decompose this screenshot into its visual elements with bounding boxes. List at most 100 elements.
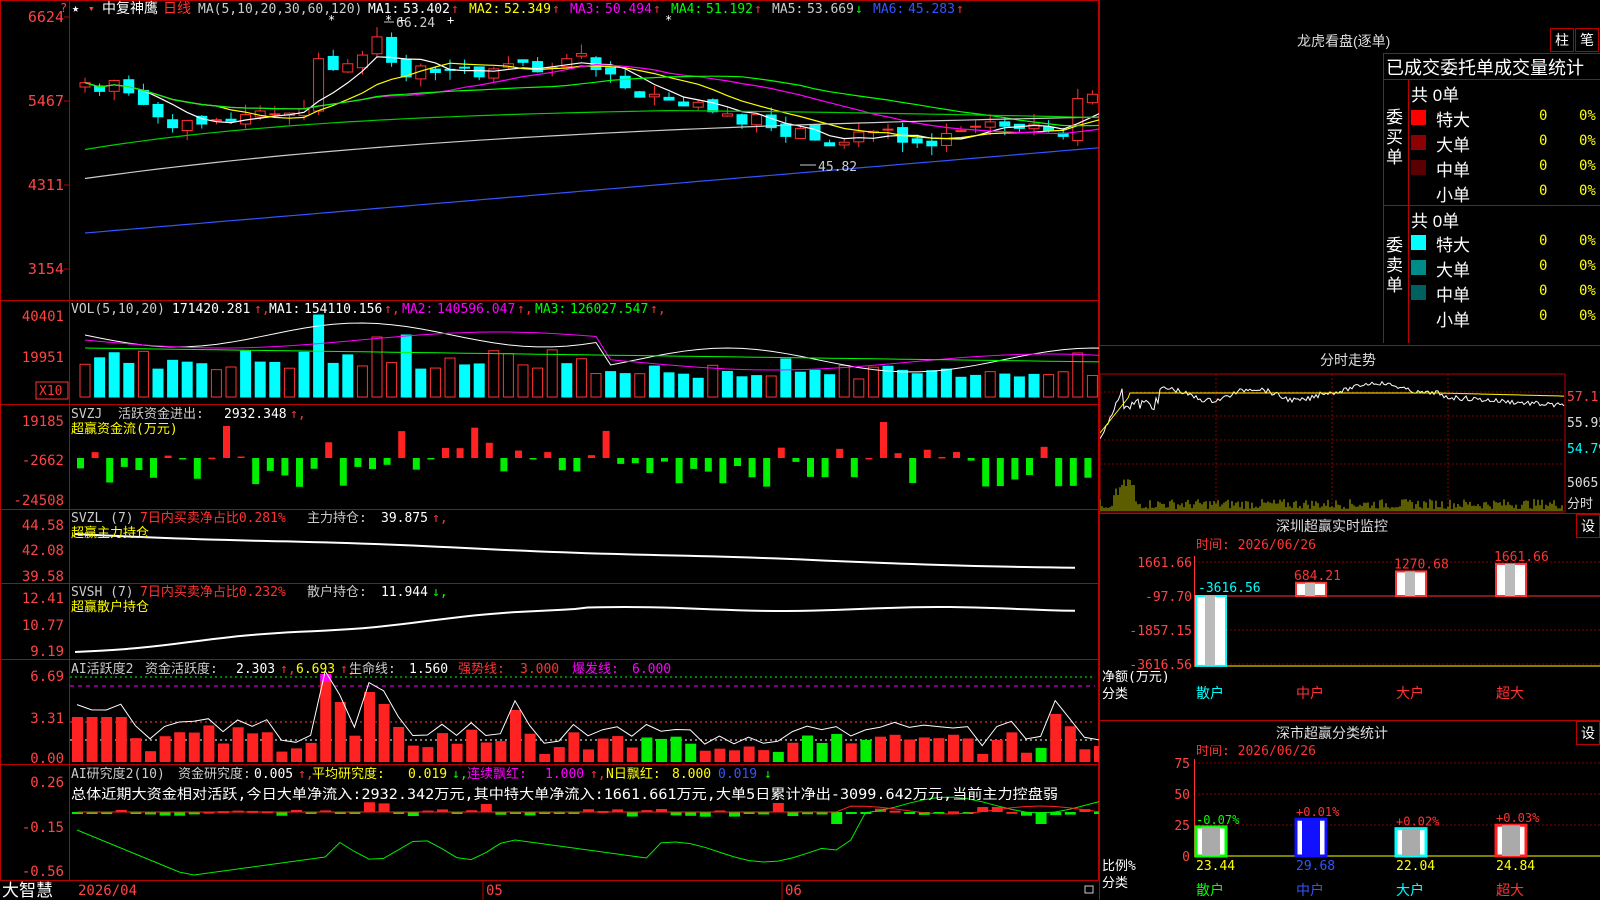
research-bar[interactable] [889,810,901,813]
activity-bar[interactable] [918,737,930,762]
candle-body[interactable] [721,113,733,117]
volume-bar[interactable] [1086,374,1098,398]
event-mark[interactable]: * [385,13,392,27]
volume-bar[interactable] [254,361,266,398]
activity-bar[interactable] [291,748,302,762]
activity-bar[interactable] [174,732,186,762]
candle-body[interactable] [838,141,850,146]
volume-bar[interactable] [838,365,850,398]
sz-monitor-settings-button[interactable]: 设 [1576,514,1600,538]
lock-icon[interactable] [1084,885,1094,894]
activity-bar[interactable] [553,747,565,762]
candle-body[interactable] [984,121,996,128]
activity-bar[interactable] [758,750,770,762]
activity-bar[interactable] [568,732,580,762]
flow-bar[interactable] [266,458,274,471]
volume-bar[interactable] [546,349,558,398]
flow-bar[interactable] [179,458,187,460]
research-bar[interactable] [1035,812,1047,824]
flow-bar[interactable] [1011,458,1019,480]
volume-bar[interactable] [619,373,631,398]
volume-bar[interactable] [108,352,120,398]
svsh-panel[interactable] [74,605,1076,653]
flow-bar[interactable] [807,458,814,477]
research-bar[interactable] [378,803,390,812]
flow-bar[interactable] [1069,458,1077,486]
flow-bar[interactable] [150,458,157,478]
candle-body[interactable] [940,132,952,146]
flow-bar[interactable] [500,458,508,472]
volume-bar[interactable] [240,350,252,398]
activity-bar[interactable] [407,745,419,762]
activity-bar[interactable] [305,742,317,762]
candle-body[interactable] [634,91,646,98]
flow-bar[interactable] [704,458,712,472]
volume-bar[interactable] [429,367,441,398]
research-bar[interactable] [948,811,959,814]
activity-bar[interactable] [480,742,492,762]
research-bar[interactable] [407,812,419,817]
flow-bar[interactable] [515,450,522,458]
flow-bar[interactable] [748,458,756,478]
candle-body[interactable] [356,54,368,69]
activity-bar[interactable] [845,743,857,762]
candle-body[interactable] [999,121,1011,127]
candle-body[interactable] [751,114,763,126]
flow-bar[interactable] [821,458,829,478]
activity-bar[interactable] [948,734,959,762]
activity-bar[interactable] [320,682,332,762]
research-bar[interactable] [174,812,186,816]
activity-bar[interactable] [188,732,200,762]
activity-bar[interactable] [261,732,273,762]
volume-bar[interactable] [853,378,865,398]
flow-bar[interactable] [558,458,566,471]
activity-bar[interactable] [1021,752,1032,762]
svzj-panel[interactable] [77,422,1100,487]
kline-chart-area[interactable]: 6624 5467 4311 3154 ? ★ ▾ 中复神鹰 日线 MA(5,1… [0,0,1100,900]
volume-bar[interactable] [327,362,339,398]
flow-bar[interactable] [485,442,493,458]
sz-classify-settings-button[interactable]: 设 [1576,721,1600,745]
flow-bar[interactable] [617,458,625,464]
flow-bar[interactable] [529,458,537,460]
pen-view-button[interactable]: 笔 [1575,28,1599,52]
activity-bar[interactable] [831,733,843,762]
flow-bar[interactable] [369,458,376,470]
research-bar[interactable] [1064,812,1076,815]
activity-bar[interactable] [1006,732,1018,762]
candle-body[interactable] [794,127,806,139]
candle-body[interactable] [1043,126,1055,132]
sz-monitor-chart[interactable]: 时间: 2026/06/26 1661.66 -97.70 -1857.15 -3616… [1100,538,1600,720]
candle-body[interactable] [167,119,179,129]
volume-bar[interactable] [678,373,690,398]
activity-bar[interactable] [991,739,1003,762]
flow-bar[interactable] [690,458,698,469]
candle-body[interactable] [181,119,193,131]
activity-bar[interactable] [334,702,346,762]
volume-bar[interactable] [1043,374,1055,398]
volume-bar[interactable] [137,350,149,398]
volume-bar[interactable] [926,370,938,398]
activity-bar[interactable] [787,742,799,762]
svzl-panel[interactable] [74,533,1076,569]
activity-bar[interactable] [378,704,390,762]
event-mark[interactable]: + [447,13,454,27]
research-bar[interactable] [772,802,784,812]
event-mark[interactable]: * [328,13,335,27]
flow-bar[interactable] [339,458,347,486]
volume-bar[interactable] [824,374,836,398]
activity-bar[interactable] [962,738,974,762]
volume-bar[interactable] [298,351,310,398]
flow-bar[interactable] [193,458,201,479]
flow-bar[interactable] [135,458,143,471]
activity-bar[interactable] [699,750,711,762]
volume-bar[interactable] [356,365,368,398]
activity-bar[interactable] [612,736,624,762]
flow-bar[interactable] [252,458,260,485]
ai-research-panel[interactable] [72,796,1100,876]
volume-bar[interactable] [1072,352,1084,398]
event-mark[interactable]: * [665,13,672,27]
candle-body[interactable] [692,101,704,108]
vol-unit[interactable]: X10 [39,384,62,399]
candle-body[interactable] [517,59,529,63]
